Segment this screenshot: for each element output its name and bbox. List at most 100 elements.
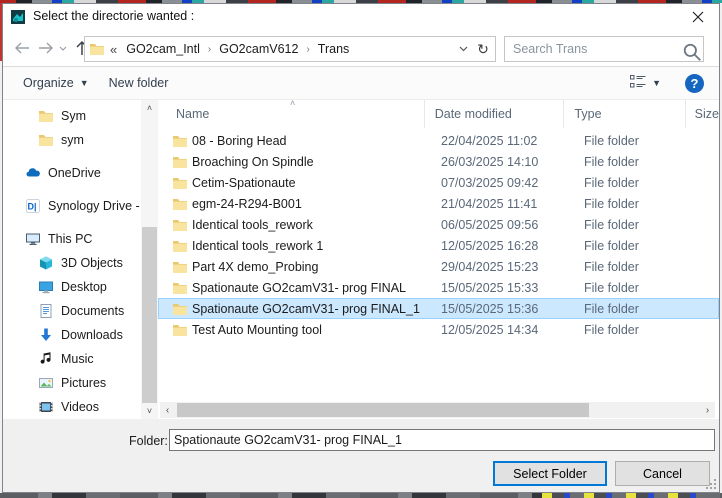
downloads-icon: [38, 327, 54, 343]
folder-icon: [172, 322, 188, 338]
breadcrumb-segment-go2camv612[interactable]: GO2camV612: [219, 42, 298, 56]
screen: Select the directorie wanted :: [0, 0, 722, 498]
file-type: File folder: [574, 323, 698, 337]
file-row-identical-tools-rework[interactable]: Identical tools_rework06/05/2025 09:56Fi…: [158, 214, 719, 235]
breadcrumb-separator-icon[interactable]: ›: [208, 44, 211, 55]
scroll-right-icon[interactable]: ›: [700, 405, 715, 416]
sidebar-item-desktop[interactable]: Desktop: [3, 275, 141, 299]
file-row-identical-tools-rework-1[interactable]: Identical tools_rework 112/05/2025 16:28…: [158, 235, 719, 256]
dialog-content: Sym sym OneDrive D| Synology Drive - C This P…: [3, 100, 719, 419]
address-bar[interactable]: « GO2cam_Intl › GO2camV612 › Trans: [84, 36, 473, 62]
organize-label: Organize: [23, 76, 74, 90]
file-name: Spationaute GO2camV31- prog FINAL_1: [192, 302, 431, 316]
forward-icon[interactable]: [35, 38, 57, 58]
pc-icon: [25, 231, 41, 247]
sidebar-item-videos[interactable]: Videos: [3, 395, 141, 419]
file-name: Cetim-Spationaute: [192, 176, 431, 190]
file-date-modified: 29/04/2025 15:23: [431, 260, 574, 274]
column-header-size[interactable]: Size: [686, 100, 719, 128]
select-folder-dialog: Select the directorie wanted :: [2, 3, 720, 493]
breadcrumb-segment-go2cam-intl[interactable]: GO2cam_Intl: [126, 42, 200, 56]
file-name: Test Auto Mounting tool: [192, 323, 431, 337]
file-date-modified: 12/05/2025 14:34: [431, 323, 574, 337]
cancel-button[interactable]: Cancel: [615, 461, 710, 486]
file-row-spationaute-go2camv31-prog-final[interactable]: Spationaute GO2camV31- prog FINAL15/05/2…: [158, 277, 719, 298]
file-row-spationaute-go2camv31-prog-final-1[interactable]: Spationaute GO2camV31- prog FINAL_115/05…: [158, 298, 719, 319]
title-bar[interactable]: Select the directorie wanted :: [3, 4, 719, 30]
address-dropdown-chevron-icon[interactable]: [454, 44, 472, 55]
help-button[interactable]: ?: [685, 74, 704, 93]
list-horizontal-scrollbar[interactable]: ‹ ›: [160, 402, 715, 418]
sidebar-item-onedrive[interactable]: OneDrive: [3, 161, 141, 185]
sidebar-item-label: Pictures: [61, 376, 106, 390]
file-date-modified: 21/04/2025 11:41: [431, 197, 574, 211]
file-row-cetim-spationaute[interactable]: Cetim-Spationaute07/03/2025 09:42File fo…: [158, 172, 719, 193]
file-row-08-boring-head[interactable]: 08 - Boring Head22/04/2025 11:02File fol…: [158, 130, 719, 151]
svg-text:D|: D|: [27, 202, 36, 212]
sort-ascending-icon[interactable]: ˄︎: [290, 100, 295, 108]
sidebar-item-downloads[interactable]: Downloads: [3, 323, 141, 347]
folder-name-input[interactable]: [169, 429, 715, 451]
folder-icon: [172, 175, 188, 191]
folder-label: Folder:: [129, 434, 168, 448]
folder-icon: [172, 238, 188, 254]
close-icon[interactable]: [683, 5, 713, 29]
sidebar-item-sym[interactable]: sym: [3, 128, 141, 152]
folder-icon: [172, 154, 188, 170]
sidebar-item-this-pc[interactable]: This PC: [3, 227, 141, 251]
sidebar-item-label: OneDrive: [48, 166, 101, 180]
details-view-icon: [629, 74, 647, 92]
file-name: Spationaute GO2camV31- prog FINAL: [192, 281, 431, 295]
scroll-up-icon[interactable]: ˄︎: [141, 100, 158, 116]
column-header-type[interactable]: Type: [564, 100, 685, 128]
file-type: File folder: [574, 155, 698, 169]
sidebar-item-label: Synology Drive - C: [48, 199, 141, 213]
change-view-button[interactable]: ▼: [623, 74, 667, 92]
synology-icon: D|: [25, 198, 41, 214]
sidebar-scrollbar[interactable]: ˄︎ ˅︎: [141, 100, 158, 419]
file-type: File folder: [574, 218, 698, 232]
resize-grip-icon[interactable]: [706, 479, 717, 490]
search-icon[interactable]: [681, 41, 703, 57]
breadcrumb-segment-trans[interactable]: Trans: [318, 42, 350, 56]
navigation-bar: « GO2cam_Intl › GO2camV612 › Trans ↻: [3, 30, 719, 66]
refresh-icon[interactable]: ↻: [471, 36, 496, 62]
sidebar-item-synology-drive-c[interactable]: D| Synology Drive - C: [3, 194, 141, 218]
file-row-part-4x-demo-probing[interactable]: Part 4X demo_Probing29/04/2025 15:23File…: [158, 256, 719, 277]
select-folder-button[interactable]: Select Folder: [493, 461, 607, 486]
scroll-left-icon[interactable]: ‹: [160, 405, 175, 416]
scrollbar-thumb[interactable]: [142, 227, 157, 403]
file-type: File folder: [574, 281, 698, 295]
file-row-egm-24-r294-b001[interactable]: egm-24-R294-B00121/04/2025 11:41File fol…: [158, 193, 719, 214]
folder-icon: [38, 132, 54, 148]
sidebar-item-documents[interactable]: Documents: [3, 299, 141, 323]
scrollbar-thumb[interactable]: [177, 403, 589, 417]
onedrive-icon: [25, 165, 41, 181]
file-date-modified: 06/05/2025 09:56: [431, 218, 574, 232]
file-rows: 08 - Boring Head22/04/2025 11:02File fol…: [158, 130, 719, 340]
search-input[interactable]: [505, 42, 681, 56]
back-icon[interactable]: [11, 38, 33, 58]
sidebar-item-label: sym: [61, 133, 84, 147]
breadcrumb-separator-icon[interactable]: ›: [306, 44, 309, 55]
sidebar-item-pictures[interactable]: Pictures: [3, 371, 141, 395]
column-header-date-modified[interactable]: Date modified: [425, 100, 565, 128]
folder-icon: [172, 217, 188, 233]
file-row-test-auto-mounting-tool[interactable]: Test Auto Mounting tool12/05/2025 14:34F…: [158, 319, 719, 340]
scrollbar-track[interactable]: [175, 402, 700, 418]
new-folder-button[interactable]: New folder: [99, 67, 179, 99]
file-name: 08 - Boring Head: [192, 134, 431, 148]
breadcrumb-overflow-icon[interactable]: «: [110, 42, 117, 57]
file-row-broaching-on-spindle[interactable]: Broaching On Spindle26/03/2025 14:10File…: [158, 151, 719, 172]
organize-button[interactable]: Organize ▼: [13, 67, 99, 99]
folder-icon: [172, 196, 188, 212]
sidebar-item-sym[interactable]: Sym: [3, 104, 141, 128]
sidebar-item-3d-objects[interactable]: 3D Objects: [3, 251, 141, 275]
recent-locations-chevron-icon[interactable]: [57, 38, 69, 58]
sidebar-item-label: Sym: [61, 109, 86, 123]
scroll-down-icon[interactable]: ˅︎: [141, 403, 158, 419]
file-type: File folder: [574, 260, 698, 274]
music-icon: [38, 351, 54, 367]
documents-icon: [38, 303, 54, 319]
sidebar-item-music[interactable]: Music: [3, 347, 141, 371]
